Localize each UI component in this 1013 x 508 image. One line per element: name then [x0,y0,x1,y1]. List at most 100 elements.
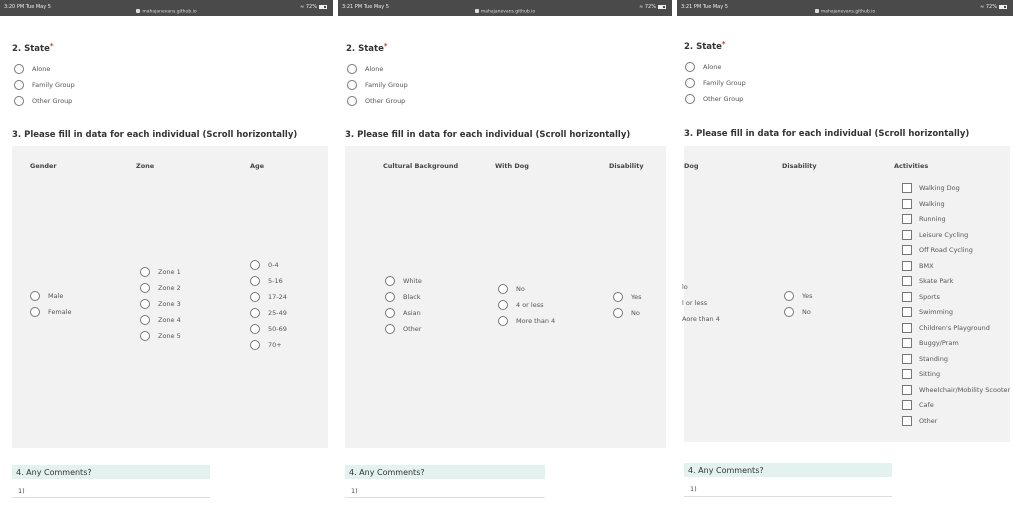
radio-button[interactable] [498,300,508,310]
radio-button[interactable] [14,64,24,74]
radio-button[interactable] [250,292,260,302]
checkbox[interactable] [902,353,912,364]
gender-option-female[interactable]: Female [30,307,72,317]
checkbox[interactable] [902,322,912,333]
radio-button[interactable] [385,308,395,318]
activity-option-swimming[interactable]: Swimming [902,307,953,317]
culture-option-asian[interactable]: Asian [385,308,421,318]
checkbox[interactable] [902,214,912,224]
zone-option-2[interactable]: Zone 2 [140,283,181,293]
state-option-other-group[interactable]: Other Group [685,94,743,104]
checkbox[interactable] [902,338,912,348]
address-bar[interactable]: mahajanevans.github.io [0,9,333,15]
comments-answer[interactable]: 1) [351,487,358,495]
state-option-alone[interactable]: Alone [347,64,383,74]
dog-option-no[interactable]: No [498,284,525,294]
state-option-family-group[interactable]: Family Group [347,80,408,90]
checkbox[interactable] [902,291,912,302]
checkbox[interactable] [902,415,912,426]
activity-option-other[interactable]: Other [902,415,937,426]
state-option-other-group[interactable]: Other Group [347,96,405,106]
dog-option-4-or-less[interactable]: 4 or less [498,300,544,310]
state-option-family-group[interactable]: Family Group [685,78,746,88]
radio-button[interactable] [685,94,695,104]
activity-option-off-road-cycling[interactable]: Off Road Cycling [902,245,973,255]
culture-option-black[interactable]: Black [385,292,421,302]
radio-button[interactable] [250,324,260,334]
state-option-alone[interactable]: Alone [685,62,721,72]
comments-answer[interactable]: 1) [690,485,697,493]
checkbox[interactable] [902,384,912,395]
radio-button[interactable] [347,80,357,90]
state-option-family-group[interactable]: Family Group [14,80,75,90]
radio-button[interactable] [685,78,695,88]
culture-option-white[interactable]: White [385,276,422,286]
activity-option-bmx[interactable]: BMX [902,260,934,271]
radio-button[interactable] [30,291,40,301]
radio-button[interactable] [498,316,508,326]
activity-option-walking-dog[interactable]: Walking Dog [902,183,960,193]
checkbox[interactable] [902,369,912,379]
radio-button[interactable] [250,308,260,318]
address-bar[interactable]: mahajanevans.github.io [677,9,1013,15]
activity-option-running[interactable]: Running [902,214,946,224]
radio-button[interactable] [685,62,695,72]
individual-data-grid[interactable]: Cultural Background With Dog Disability … [345,146,666,448]
checkbox[interactable] [902,400,912,410]
checkbox[interactable] [902,198,912,209]
radio-button[interactable] [347,96,357,106]
activity-option-walking[interactable]: Walking [902,198,945,209]
activity-option-standing[interactable]: Standing [902,353,948,364]
radio-button[interactable] [250,340,260,350]
disability-option-yes[interactable]: Yes [613,292,642,302]
radio-button[interactable] [498,284,508,294]
gender-option-male[interactable]: Male [30,291,63,301]
radio-button[interactable] [613,308,623,318]
disability-option-no[interactable]: No [784,307,811,317]
activity-option-leisure-cycling[interactable]: Leisure Cycling [902,229,968,240]
state-option-other-group[interactable]: Other Group [14,96,72,106]
activity-option-cafe[interactable]: Cafe [902,400,934,410]
dog-option-more-than-4[interactable]: More than 4 [498,316,555,326]
age-option-0-4[interactable]: 0-4 [250,260,279,270]
activity-option-buggy-pram[interactable]: Buggy/Pram [902,338,959,348]
disability-option-no[interactable]: No [613,308,640,318]
radio-button[interactable] [784,291,794,301]
checkbox[interactable] [902,245,912,255]
radio-button[interactable] [140,267,150,277]
checkbox[interactable] [902,183,912,193]
radio-button[interactable] [385,292,395,302]
address-bar[interactable]: mahajanevans.github.io [338,9,672,15]
radio-button[interactable] [347,64,357,74]
radio-button[interactable] [250,260,260,270]
radio-button[interactable] [250,276,260,286]
zone-option-1[interactable]: Zone 1 [140,267,181,277]
radio-button[interactable] [140,299,150,309]
state-option-alone[interactable]: Alone [14,64,50,74]
checkbox[interactable] [902,229,912,240]
age-option-50-69[interactable]: 50-69 [250,324,287,334]
radio-button[interactable] [613,292,623,302]
individual-data-grid[interactable]: Dog Disability Activities lo l or less A… [682,146,1010,442]
disability-option-yes[interactable]: Yes [784,291,813,301]
age-option-70-plus[interactable]: 70+ [250,340,282,350]
radio-button[interactable] [14,96,24,106]
activity-option-sports[interactable]: Sports [902,291,940,302]
checkbox[interactable] [902,276,912,286]
checkbox[interactable] [902,307,912,317]
comments-answer[interactable]: 1) [18,487,25,495]
activity-option-wheelchair-mobility-scooter[interactable]: Wheelchair/Mobility Scooter [902,384,1010,395]
activity-option-skate-park[interactable]: Skate Park [902,276,953,286]
age-option-17-24[interactable]: 17-24 [250,292,287,302]
radio-button[interactable] [140,331,150,341]
age-option-5-16[interactable]: 5-16 [250,276,283,286]
radio-button[interactable] [385,324,395,334]
culture-option-other[interactable]: Other [385,324,421,334]
radio-button[interactable] [140,315,150,325]
zone-option-5[interactable]: Zone 5 [140,331,181,341]
radio-button[interactable] [14,80,24,90]
radio-button[interactable] [30,307,40,317]
radio-button[interactable] [140,283,150,293]
age-option-25-49[interactable]: 25-49 [250,308,287,318]
zone-option-4[interactable]: Zone 4 [140,315,181,325]
